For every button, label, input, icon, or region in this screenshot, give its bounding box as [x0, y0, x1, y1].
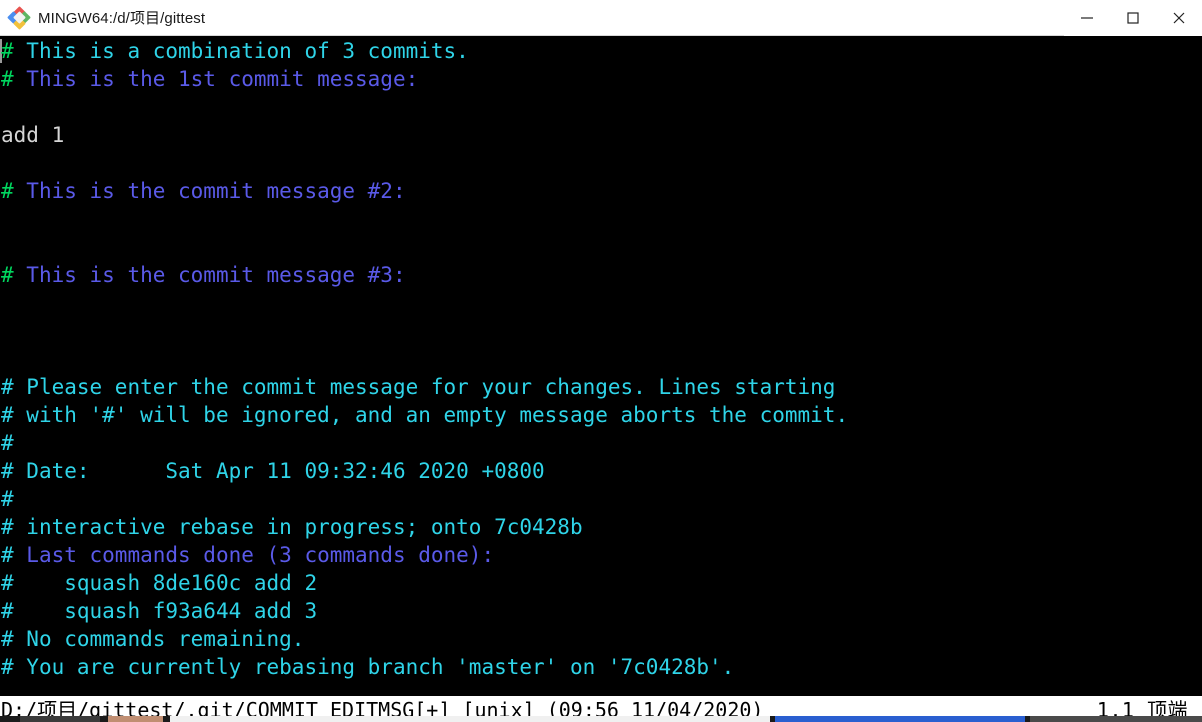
line-text: You are currently rebasing branch 'maste…	[26, 655, 735, 679]
vim-buffer-line: # This is the 1st commit message:	[0, 65, 1202, 93]
vim-buffer-line: # squash 8de160c add 2	[0, 569, 1202, 597]
comment-marker: #	[1, 459, 27, 483]
line-text: This is the commit message #2:	[26, 179, 406, 203]
minimize-icon	[1081, 16, 1093, 19]
line-text: No commands remaining.	[26, 627, 305, 651]
line-text: with '#' will be ignored, and an empty m…	[26, 403, 849, 427]
comment-marker: #	[1, 263, 27, 287]
line-text: This is a combination of 3 commits.	[26, 39, 469, 63]
vim-buffer-line: # No commands remaining.	[0, 625, 1202, 653]
comment-marker: #	[1, 515, 27, 539]
vim-buffer-line: # interactive rebase in progress; onto 7…	[0, 513, 1202, 541]
title-bar: MINGW64:/d/项目/gittest	[0, 0, 1202, 36]
comment-marker: #	[1, 375, 27, 399]
comment-marker: #	[1, 39, 27, 63]
line-text: This is the 1st commit message:	[26, 67, 419, 91]
vim-buffer-line: #	[0, 429, 1202, 457]
comment-marker: #	[1, 627, 27, 651]
close-icon	[1173, 12, 1185, 23]
vim-buffer-line	[0, 93, 1202, 121]
vim-buffer-line: # This is the commit message #3:	[0, 261, 1202, 289]
line-text: squash f93a644 add 3	[26, 599, 318, 623]
vim-buffer[interactable]: # This is a combination of 3 commits. # T…	[0, 37, 1202, 681]
terminal-screen[interactable]: # This is a combination of 3 commits. # T…	[0, 37, 1202, 722]
vim-buffer-line	[0, 345, 1202, 373]
vim-buffer-line: # Please enter the commit message for yo…	[0, 373, 1202, 401]
maximize-icon	[1127, 11, 1139, 24]
comment-marker: #	[1, 655, 27, 679]
comment-marker: #	[1, 487, 14, 511]
comment-marker: #	[1, 543, 27, 567]
vim-buffer-line	[0, 317, 1202, 345]
window-title: MINGW64:/d/项目/gittest	[38, 10, 206, 27]
vim-buffer-line	[0, 205, 1202, 233]
vim-buffer-line: # This is the commit message #2:	[0, 177, 1202, 205]
comment-marker: #	[1, 599, 27, 623]
vim-buffer-line: #	[0, 485, 1202, 513]
line-text: Date: Sat Apr 11 09:32:46 2020 +0800	[26, 459, 545, 483]
maximize-button[interactable]	[1110, 0, 1156, 36]
vim-buffer-line	[0, 289, 1202, 317]
minimize-button[interactable]	[1064, 0, 1110, 36]
vim-buffer-line: # You are currently rebasing branch 'mas…	[0, 653, 1202, 681]
vim-buffer-line: add 1	[0, 121, 1202, 149]
title-bar-left: MINGW64:/d/项目/gittest	[0, 5, 1064, 30]
comment-marker: #	[1, 403, 27, 427]
comment-marker: #	[1, 571, 27, 595]
vim-buffer-line: # This is a combination of 3 commits.	[0, 37, 1202, 65]
vim-buffer-line: # with '#' will be ignored, and an empty…	[0, 401, 1202, 429]
line-text: Last commands done (3 commands done):	[26, 543, 495, 567]
comment-marker: #	[1, 431, 14, 455]
line-text: add 1	[1, 123, 65, 147]
line-text: Please enter the commit message for your…	[26, 375, 836, 399]
vim-buffer-line	[0, 233, 1202, 261]
line-text: squash 8de160c add 2	[26, 571, 318, 595]
window-controls	[1064, 0, 1202, 36]
vim-buffer-line: # Last commands done (3 commands done):	[0, 541, 1202, 569]
comment-marker: #	[1, 179, 27, 203]
vim-buffer-line: # squash f93a644 add 3	[0, 597, 1202, 625]
line-text: interactive rebase in progress; onto 7c0…	[26, 515, 583, 539]
vim-buffer-line: # Date: Sat Apr 11 09:32:46 2020 +0800	[0, 457, 1202, 485]
close-button[interactable]	[1156, 0, 1202, 36]
git-bash-icon	[7, 5, 31, 30]
mingw64-terminal-window: MINGW64:/d/项目/gittest # This is a combin…	[0, 0, 1202, 722]
background-window-sliver	[0, 716, 1202, 722]
vim-buffer-line	[0, 149, 1202, 177]
comment-marker: #	[1, 67, 27, 91]
line-text: This is the commit message #3:	[26, 263, 406, 287]
